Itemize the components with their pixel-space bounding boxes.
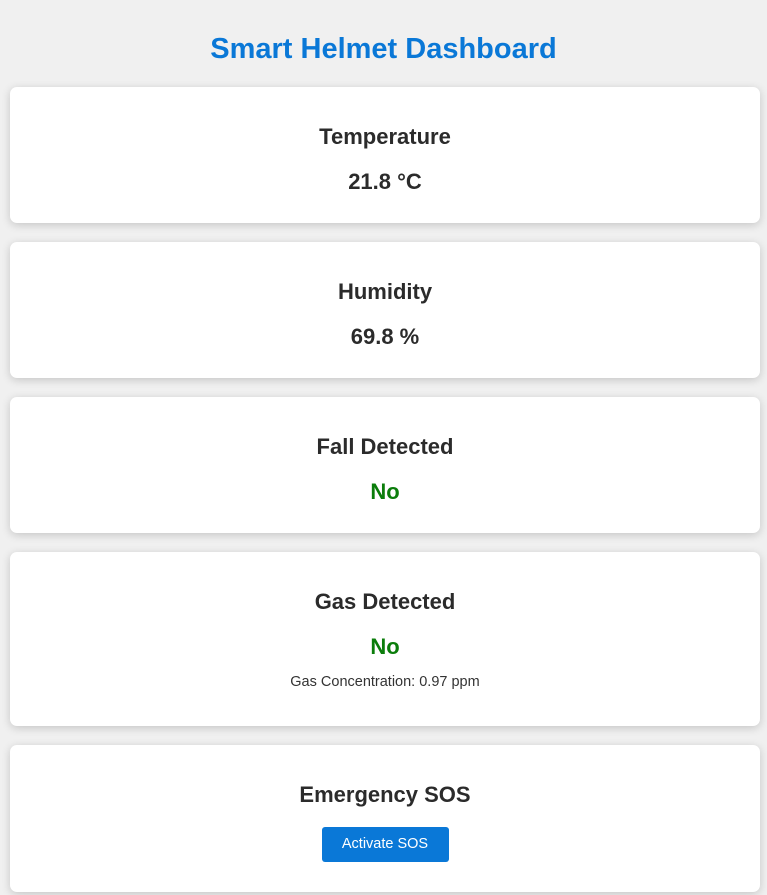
fall-detected-title: Fall Detected (316, 434, 454, 459)
humidity-card: Humidity 69.8 % (10, 242, 760, 378)
gas-detected-title: Gas Detected (314, 589, 456, 614)
temperature-card: Temperature 21.8 °C (10, 87, 760, 223)
gas-concentration-text: Gas Concentration: 0.97 ppm (290, 674, 480, 690)
fall-detected-status: No (370, 479, 400, 504)
humidity-title: Humidity (337, 279, 433, 304)
gas-detected-card: Gas Detected No Gas Concentration: 0.97 … (10, 552, 760, 726)
gas-detected-status: No (370, 634, 400, 659)
temperature-title: Temperature (319, 124, 451, 149)
humidity-value: 69.8 % (350, 324, 420, 349)
sensor-cards: Temperature 21.8 °C Humidity 69.8 % Fall… (10, 87, 760, 892)
emergency-sos-card: Emergency SOS Activate SOS (10, 745, 760, 892)
activate-sos-button[interactable]: Activate SOS (321, 827, 449, 862)
page-title: Smart Helmet Dashboard (210, 33, 557, 65)
fall-detected-card: Fall Detected No (10, 397, 760, 533)
emergency-sos-title: Emergency SOS (299, 782, 471, 807)
temperature-value: 21.8 °C (348, 169, 422, 194)
